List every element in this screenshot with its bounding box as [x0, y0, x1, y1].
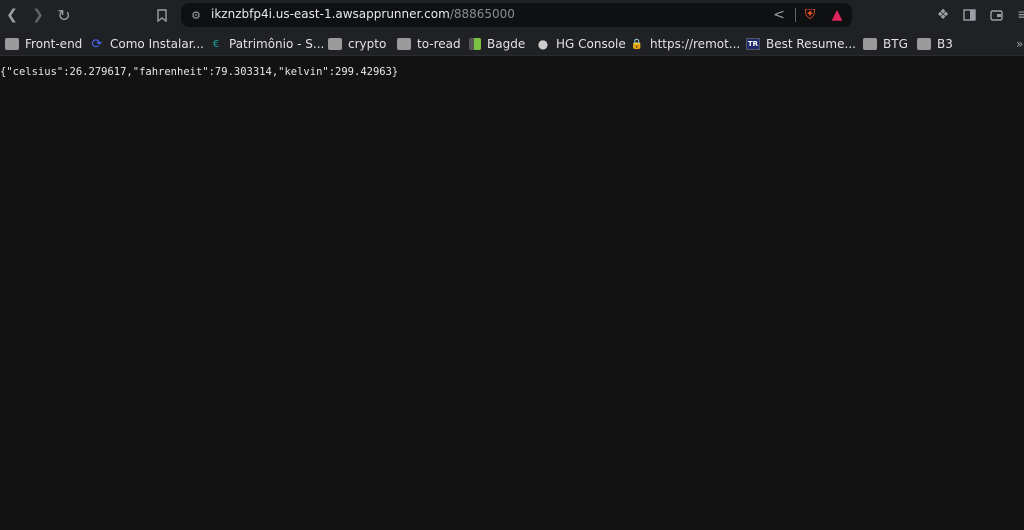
folder-icon [863, 38, 877, 50]
lock-icon: 🔒 [630, 38, 644, 50]
bookmark-icon [157, 8, 167, 22]
extensions-icon[interactable]: ❖ [934, 6, 952, 24]
more-bookmarks-chevron-icon[interactable]: » [1016, 35, 1023, 53]
bookmarks-bar: Front-end ⟳ Como Instalar... € Patrimônio … [0, 31, 1024, 56]
bookmark-bagde[interactable]: Bagde [469, 35, 525, 53]
folder-icon [917, 38, 931, 50]
reload-button[interactable]: ↻ [55, 6, 73, 25]
bookmark-page-button[interactable] [153, 6, 171, 24]
brave-rewards-icon[interactable]: ▲ [828, 6, 846, 24]
bookmark-best-resume[interactable]: TR Best Resume... [746, 35, 856, 53]
bookmark-b3[interactable]: B3 [917, 35, 953, 53]
bookmark-btg[interactable]: BTG [863, 35, 908, 53]
divider [795, 8, 796, 22]
bookmark-to-read[interactable]: to-read [397, 35, 461, 53]
wallet-icon[interactable] [987, 6, 1005, 24]
address-bar[interactable]: ⚙ ikznzbfp4i.us-east-1.awsapprunner.com/… [181, 3, 852, 27]
bookmark-como-instalar[interactable]: ⟳ Como Instalar... [90, 35, 204, 53]
url-path: /88865000 [449, 7, 515, 21]
site-icon: € [212, 38, 220, 50]
brave-shields-icon[interactable]: ⛨ [801, 6, 819, 24]
bookmark-patrimonio[interactable]: € Patrimônio - S... [209, 35, 325, 53]
back-button[interactable]: ❮ [3, 6, 21, 24]
bookmark-hg-console[interactable]: ● HG Console [536, 35, 626, 53]
bookmark-front-end[interactable]: Front-end [5, 35, 82, 53]
menu-icon[interactable]: ≡ [1014, 6, 1024, 24]
site-icon: ⟳ [91, 36, 103, 52]
tr-icon: TR [746, 38, 760, 50]
url-text[interactable]: ikznzbfp4i.us-east-1.awsapprunner.com/88… [211, 7, 515, 21]
bookmark-crypto[interactable]: crypto [328, 35, 386, 53]
forward-button[interactable]: ❯ [29, 6, 47, 24]
folder-icon [328, 38, 342, 50]
site-icon [469, 38, 481, 50]
json-response-text: {"celsius":26.279617,"fahrenheit":79.303… [0, 66, 399, 78]
url-host: ikznzbfp4i.us-east-1.awsapprunner.com [211, 7, 450, 21]
globe-icon: ● [537, 37, 549, 51]
folder-icon [397, 38, 411, 50]
folder-icon [5, 38, 19, 50]
share-icon[interactable]: < [770, 6, 788, 24]
bookmark-remote[interactable]: 🔒 https://remot... [630, 35, 740, 53]
sidebar-icon[interactable] [960, 6, 978, 24]
browser-toolbar: ❮ ❯ ↻ ⚙ ikznzbfp4i.us-east-1.awsapprunne… [0, 0, 1024, 31]
site-settings-icon[interactable]: ⚙ [187, 6, 205, 24]
